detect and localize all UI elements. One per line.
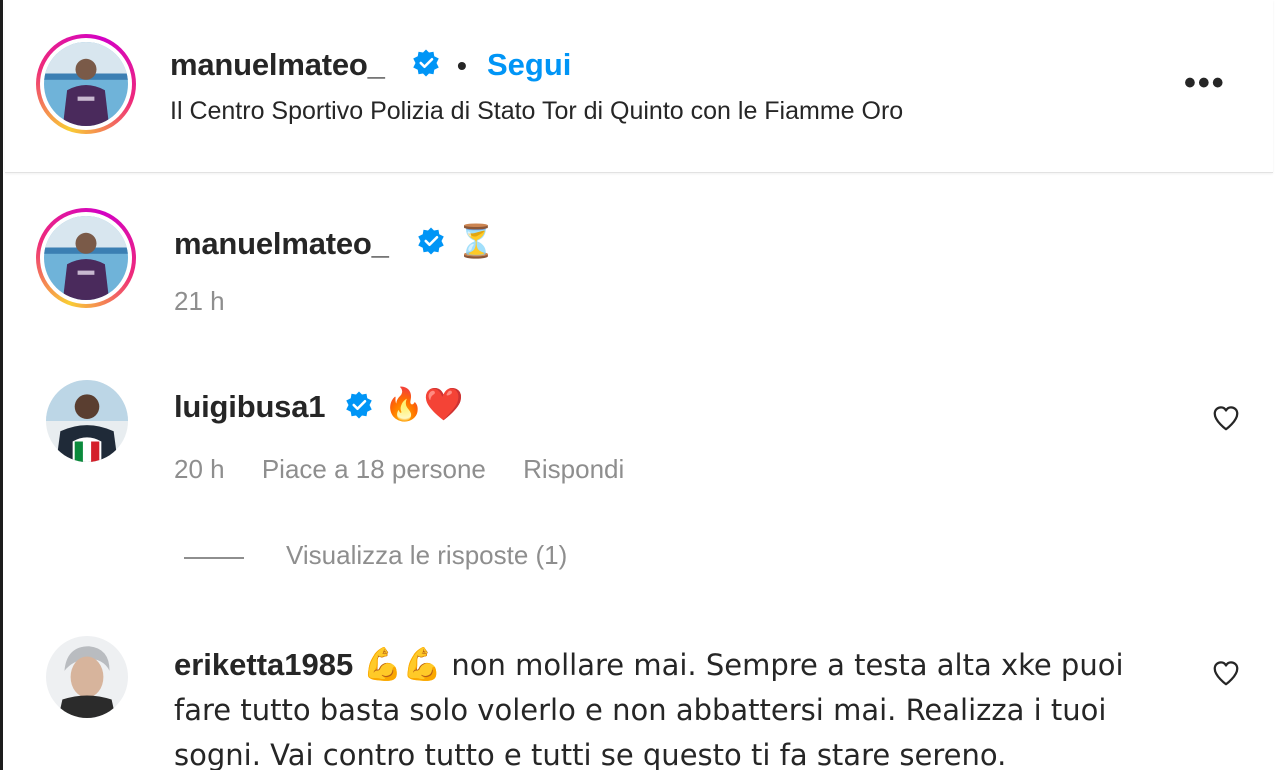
follow-button[interactable]: Segui: [487, 47, 571, 83]
comment-emoji: 🔥❤️: [384, 385, 464, 423]
replies-divider: [184, 557, 244, 559]
verified-badge-icon: [411, 48, 441, 78]
verified-badge-icon: [416, 226, 446, 256]
comment-timestamp[interactable]: 20 h: [174, 454, 225, 484]
more-options-icon[interactable]: •••: [1184, 64, 1226, 103]
post-author-username[interactable]: manuelmateo_: [170, 47, 385, 83]
avatar-photo: [44, 42, 128, 126]
caption-meta: 21 h: [174, 286, 255, 317]
post-location[interactable]: Il Centro Sportivo Polizia di Stato Tor …: [170, 97, 903, 126]
reply-button[interactable]: Rispondi: [523, 454, 624, 484]
post-header: [5, 0, 1273, 173]
avatar-photo: [44, 216, 128, 300]
like-comment-heart-icon[interactable]: [1211, 403, 1241, 433]
caption-emoji: ⏳: [456, 222, 496, 260]
comment-text-block: eriketta1985 💪💪 non mollare mai. Sempre …: [174, 642, 1184, 770]
comment-likes-count[interactable]: Piace a 18 persone: [262, 454, 486, 484]
comment-emoji: 💪💪: [362, 645, 443, 683]
caption-author-avatar[interactable]: [36, 208, 136, 308]
comment-author-avatar[interactable]: [46, 636, 128, 718]
verified-badge-icon: [344, 390, 374, 420]
comment-author-username[interactable]: luigibusa1: [174, 389, 326, 425]
like-comment-heart-icon[interactable]: [1211, 658, 1241, 688]
instagram-post-panel: manuelmateo_ • Segui Il Centro Sportivo …: [0, 0, 1280, 770]
avatar-photo: [46, 380, 128, 462]
view-replies-button[interactable]: Visualizza le risposte (1): [286, 540, 567, 571]
caption-author-username[interactable]: manuelmateo_: [174, 226, 389, 262]
author-avatar[interactable]: [36, 34, 136, 134]
window-edge: [0, 0, 3, 770]
comment-author-username[interactable]: eriketta1985: [174, 647, 353, 682]
separator-dot: •: [457, 50, 467, 81]
comment-meta: 20 h Piace a 18 persone Rispondi: [174, 454, 654, 485]
avatar-photo: [46, 636, 128, 718]
comment-author-avatar[interactable]: [46, 380, 128, 462]
caption-timestamp[interactable]: 21 h: [174, 286, 225, 316]
